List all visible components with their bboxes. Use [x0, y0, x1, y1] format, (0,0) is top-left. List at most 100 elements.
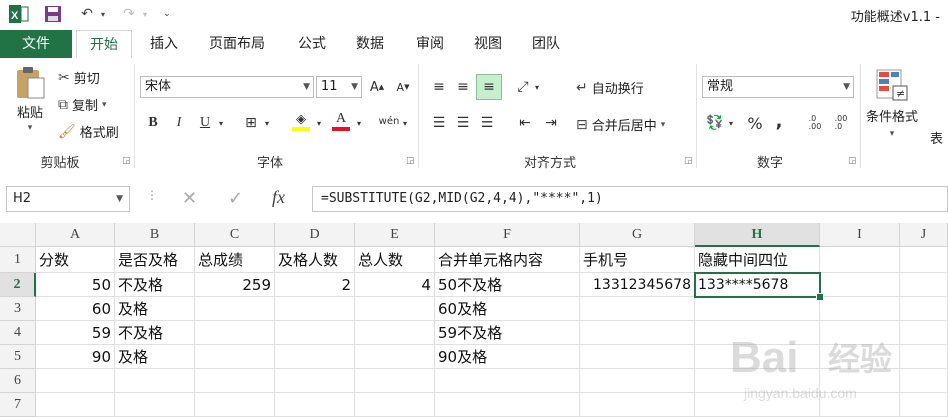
italic-button[interactable]: I [168, 112, 190, 134]
font-size-select[interactable]: 11 ▼ [316, 76, 362, 98]
cell-f7[interactable] [435, 393, 580, 417]
cell-b3[interactable]: 及格 [115, 297, 195, 321]
cell-c2[interactable]: 259 [195, 273, 275, 297]
cell-b5[interactable]: 及格 [115, 345, 195, 369]
cell-b6[interactable] [115, 369, 195, 393]
number-launcher-icon[interactable]: ◲ [848, 156, 857, 166]
cell-g2[interactable]: 13312345678 [580, 273, 695, 297]
font-launcher-icon[interactable]: ◲ [406, 156, 415, 166]
cell-d4[interactable] [275, 321, 355, 345]
merge-dropdown-icon[interactable]: ▾ [661, 120, 666, 130]
fill-color-dropdown-icon[interactable]: ▾ [314, 112, 324, 134]
copy-dropdown-icon[interactable]: ▾ [102, 100, 107, 110]
align-middle-icon[interactable]: ≡ [452, 76, 474, 98]
increase-indent-icon[interactable]: ⇥ [540, 112, 562, 134]
cell-d6[interactable] [275, 369, 355, 393]
wrap-text-button[interactable]: ↵ 自动换行 [576, 78, 644, 98]
format-painter-button[interactable]: 🖌 格式刷 [58, 122, 119, 142]
borders-dropdown-icon[interactable]: ▾ [262, 112, 272, 134]
cell-d3[interactable] [275, 297, 355, 321]
cell-g4[interactable] [580, 321, 695, 345]
cell-d5[interactable] [275, 345, 355, 369]
cell-c5[interactable] [195, 345, 275, 369]
cell-d1[interactable]: 及格人数 [275, 247, 355, 273]
column-header-f[interactable]: F [435, 223, 580, 247]
align-right-icon[interactable]: ☰ [476, 112, 498, 134]
column-header-b[interactable]: B [115, 223, 195, 247]
tab-page-layout[interactable]: 页面布局 [198, 30, 276, 58]
increase-decimal-icon[interactable]: .0.00 [804, 112, 826, 134]
column-header-h[interactable]: H [695, 223, 820, 247]
decrease-decimal-icon[interactable]: .00.0 [830, 112, 852, 134]
conditional-format-button[interactable]: ≠ 条件格式 ▾ [866, 68, 918, 139]
cell-g7[interactable] [580, 393, 695, 417]
row-header-6[interactable]: 6 [0, 369, 36, 393]
alignment-launcher-icon[interactable]: ◲ [684, 156, 693, 166]
cell-b1[interactable]: 是否及格 [115, 247, 195, 273]
column-header-g[interactable]: G [580, 223, 695, 247]
enter-icon[interactable]: ✓ [228, 188, 243, 209]
borders-icon[interactable]: ⊞ [240, 112, 262, 134]
cell-a3[interactable]: 60 [36, 297, 115, 321]
cell-b7[interactable] [115, 393, 195, 417]
cell-i2[interactable] [820, 273, 900, 297]
row-header-3[interactable]: 3 [0, 297, 36, 321]
percent-button[interactable]: % [744, 112, 766, 134]
formula-bar-splitter[interactable]: ⋮ [146, 188, 158, 202]
currency-icon[interactable]: 💱 [704, 112, 726, 134]
undo-icon[interactable]: ↶ [76, 4, 98, 24]
cell-e5[interactable] [355, 345, 435, 369]
cell-f3[interactable]: 60及格 [435, 297, 580, 321]
cell-d2[interactable]: 2 [275, 273, 355, 297]
insert-function-icon[interactable]: fx [272, 187, 285, 208]
cell-a4[interactable]: 59 [36, 321, 115, 345]
cell-g1[interactable]: 手机号 [580, 247, 695, 273]
cell-f4[interactable]: 59不及格 [435, 321, 580, 345]
number-format-select[interactable]: 常规 ▼ [702, 76, 854, 98]
cell-e7[interactable] [355, 393, 435, 417]
align-bottom-icon[interactable]: ≡ [476, 74, 502, 100]
column-header-e[interactable]: E [355, 223, 435, 247]
cell-h2[interactable]: 133****5678 [695, 273, 820, 297]
cell-h1[interactable]: 隐藏中间四位 [695, 247, 820, 273]
cell-i1[interactable] [820, 247, 900, 273]
cell-e4[interactable] [355, 321, 435, 345]
cell-f5[interactable]: 90及格 [435, 345, 580, 369]
cell-c7[interactable] [195, 393, 275, 417]
tab-team[interactable]: 团队 [522, 30, 570, 58]
paste-dropdown-icon[interactable]: ▾ [28, 123, 33, 133]
cell-f2[interactable]: 50不及格 [435, 273, 580, 297]
cell-g3[interactable] [580, 297, 695, 321]
align-left-icon[interactable]: ☰ [428, 112, 450, 134]
decrease-indent-icon[interactable]: ⇤ [514, 112, 536, 134]
column-header-c[interactable]: C [195, 223, 275, 247]
cell-d7[interactable] [275, 393, 355, 417]
cell-e2[interactable]: 4 [355, 273, 435, 297]
align-center-icon[interactable]: ☰ [452, 112, 474, 134]
cell-c1[interactable]: 总成绩 [195, 247, 275, 273]
cell-a5[interactable]: 90 [36, 345, 115, 369]
cell-e3[interactable] [355, 297, 435, 321]
redo-icon[interactable]: ↷ [118, 4, 140, 24]
orientation-icon[interactable]: ⤢ [512, 76, 534, 98]
align-top-icon[interactable]: ≡ [428, 76, 450, 98]
orientation-dropdown-icon[interactable]: ▾ [532, 76, 542, 98]
phonetic-dropdown-icon[interactable]: ▾ [400, 112, 410, 134]
tab-home[interactable]: 开始 [76, 30, 132, 58]
phonetic-guide-icon[interactable]: wén [378, 110, 400, 132]
font-name-select[interactable]: 宋体 ▼ [140, 76, 314, 98]
cell-b2[interactable]: 不及格 [115, 273, 195, 297]
clipboard-launcher-icon[interactable]: ◲ [122, 156, 131, 166]
undo-dropdown-icon[interactable]: ▾ [98, 4, 108, 24]
redo-dropdown-icon[interactable]: ▾ [140, 4, 150, 24]
customize-qat-icon[interactable]: ⌄ [162, 4, 172, 24]
underline-dropdown-icon[interactable]: ▾ [216, 112, 226, 134]
cell-g5[interactable] [580, 345, 695, 369]
comma-button[interactable]: , [768, 110, 790, 132]
cell-e1[interactable]: 总人数 [355, 247, 435, 273]
format-as-table-partial[interactable]: 表 [930, 128, 943, 147]
cell-a2[interactable]: 50 [36, 273, 115, 297]
cell-a7[interactable] [36, 393, 115, 417]
select-all-corner[interactable] [0, 223, 36, 247]
cell-j2[interactable] [900, 273, 948, 297]
